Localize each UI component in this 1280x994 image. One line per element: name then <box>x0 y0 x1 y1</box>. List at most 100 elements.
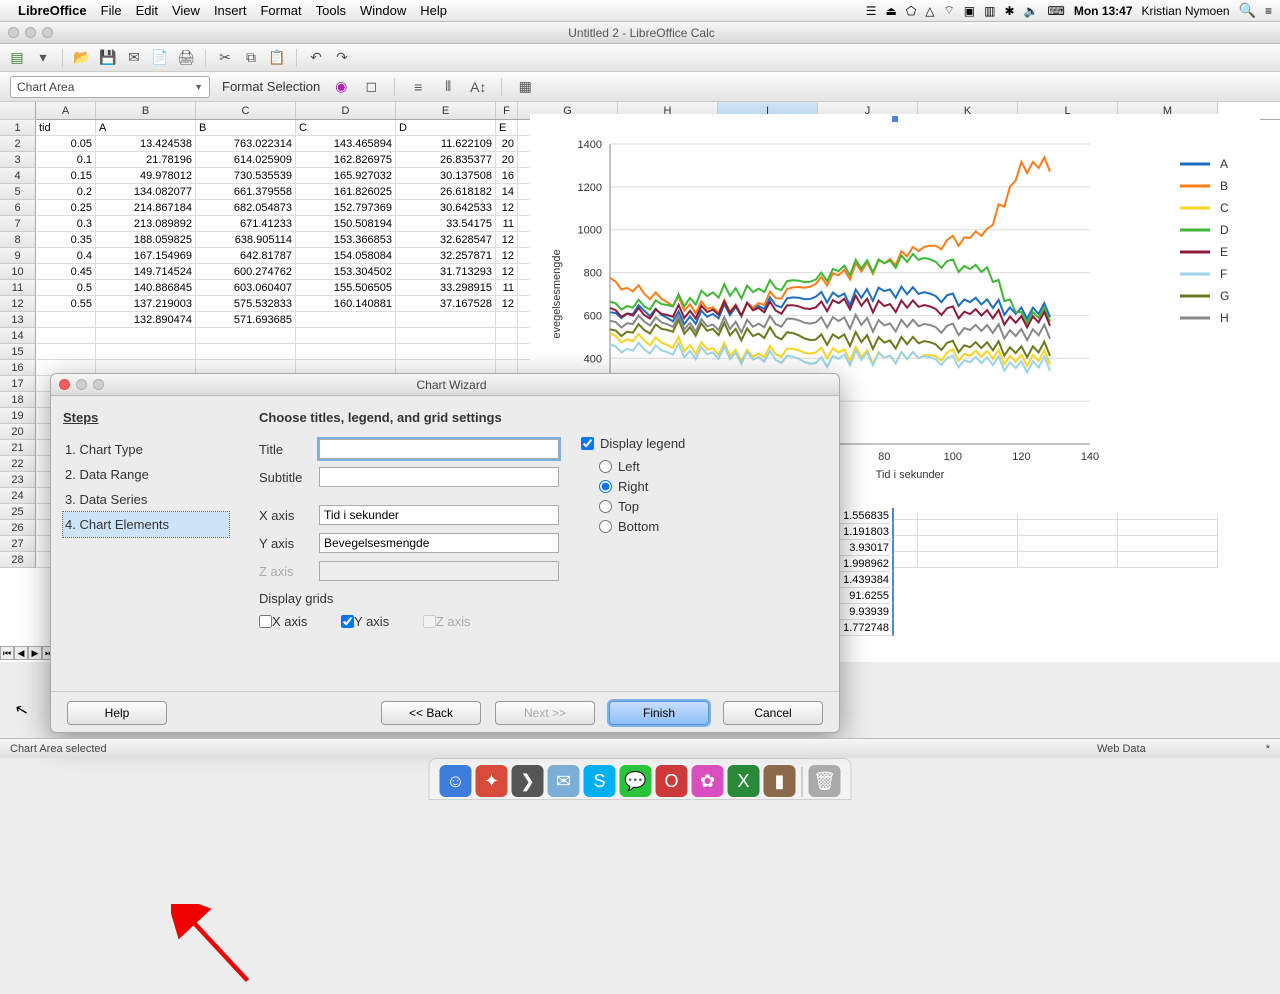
close-icon[interactable] <box>59 379 70 390</box>
yaxis-input[interactable] <box>319 533 559 553</box>
cell[interactable]: 571.693685 <box>196 312 296 328</box>
spotlight-icon[interactable]: 🔍 <box>1239 2 1256 19</box>
cell[interactable]: 26.618182 <box>396 184 496 200</box>
cell[interactable]: E <box>496 120 518 136</box>
cell[interactable]: 134.082077 <box>96 184 196 200</box>
menu-insert[interactable]: Insert <box>214 3 247 18</box>
display-icon[interactable]: ▣ <box>964 4 975 18</box>
cell[interactable]: 214.867184 <box>96 200 196 216</box>
step-data-series[interactable]: 3. Data Series <box>63 487 229 512</box>
legend-icon[interactable]: A↕ <box>469 78 487 96</box>
cut-icon[interactable]: ✂ <box>216 49 234 67</box>
trash-icon[interactable]: 🗑 <box>809 765 841 797</box>
undo-icon[interactable]: ↶ <box>307 49 325 67</box>
cell[interactable]: 642.81787 <box>196 248 296 264</box>
back-button[interactable]: << Back <box>381 701 481 725</box>
bluetooth-icon[interactable]: ✱ <box>1004 4 1014 18</box>
volume-icon[interactable]: 🔈 <box>1024 4 1039 18</box>
menu-list-icon[interactable]: ≡ <box>1265 4 1272 18</box>
cell[interactable] <box>196 328 296 344</box>
cell[interactable]: 26.835377 <box>396 152 496 168</box>
cell[interactable]: 14 <box>496 184 518 200</box>
cell[interactable] <box>918 552 1018 568</box>
mail-icon[interactable]: ✉ <box>125 49 143 67</box>
battery-icon[interactable]: ▥ <box>984 4 995 18</box>
cell[interactable]: 167.154969 <box>96 248 196 264</box>
display-legend-checkbox[interactable] <box>581 437 594 450</box>
cell[interactable]: 12 <box>496 232 518 248</box>
menu-help[interactable]: Help <box>420 3 447 18</box>
cell[interactable]: 21.78196 <box>96 152 196 168</box>
cell[interactable]: 152.797369 <box>296 200 396 216</box>
chart-element-selector[interactable]: Chart Area ▼ <box>10 76 210 98</box>
3d-icon[interactable]: ◻ <box>362 78 380 96</box>
keyboard-icon[interactable]: ⌨ <box>1048 4 1065 18</box>
cell[interactable] <box>496 344 518 360</box>
cell[interactable]: 0.2 <box>36 184 96 200</box>
cell[interactable] <box>918 520 1018 536</box>
col-header[interactable]: A <box>36 102 96 119</box>
prev-sheet-icon[interactable]: ◀ <box>14 646 28 660</box>
cell[interactable]: 32.628547 <box>396 232 496 248</box>
cell[interactable]: 0.15 <box>36 168 96 184</box>
messages-icon[interactable]: 💬 <box>620 765 652 797</box>
cell[interactable] <box>396 328 496 344</box>
wifi-icon[interactable]: ⌔ <box>944 3 955 18</box>
cell[interactable] <box>96 328 196 344</box>
cell[interactable]: 33.298915 <box>396 280 496 296</box>
menu-edit[interactable]: Edit <box>136 3 158 18</box>
cell[interactable]: 12 <box>496 296 518 312</box>
legend-top-radio[interactable] <box>599 500 612 513</box>
cell[interactable]: 132.890474 <box>96 312 196 328</box>
mail-icon[interactable]: ✉ <box>548 765 580 797</box>
cell[interactable]: 603.060407 <box>196 280 296 296</box>
cell[interactable]: tid <box>36 120 96 136</box>
pdf-icon[interactable]: 📄 <box>151 49 169 67</box>
cell[interactable]: 20 <box>496 152 518 168</box>
cell[interactable]: 671.41233 <box>196 216 296 232</box>
copy-icon[interactable]: ⧉ <box>242 49 260 67</box>
cell[interactable] <box>1118 536 1218 552</box>
cell[interactable]: 31.713293 <box>396 264 496 280</box>
cell[interactable] <box>496 312 518 328</box>
cell[interactable]: 600.274762 <box>196 264 296 280</box>
legend-left-radio[interactable] <box>599 460 612 473</box>
cell[interactable]: 12 <box>496 248 518 264</box>
cell[interactable] <box>396 344 496 360</box>
user-name[interactable]: Kristian Nymoen <box>1142 4 1230 18</box>
cell[interactable] <box>1018 520 1118 536</box>
title-input[interactable] <box>319 439 559 459</box>
cell[interactable] <box>1118 520 1218 536</box>
grid-x-checkbox[interactable] <box>259 615 272 628</box>
cell[interactable]: 20 <box>496 136 518 152</box>
cell[interactable]: 154.058084 <box>296 248 396 264</box>
cell[interactable]: A <box>96 120 196 136</box>
cell[interactable]: 165.927032 <box>296 168 396 184</box>
col-header[interactable]: D <box>296 102 396 119</box>
sheet-nav[interactable]: ⏮ ◀ ▶ ⏭ <box>0 646 56 662</box>
grid-h-icon[interactable]: ≡ <box>409 78 427 96</box>
new-doc-icon[interactable]: ▤ <box>8 49 26 67</box>
skype-icon[interactable]: S <box>584 765 616 797</box>
grid-v-icon[interactable]: ⦀ <box>439 78 457 96</box>
cell[interactable]: 37.167528 <box>396 296 496 312</box>
paste-icon[interactable]: 📋 <box>268 49 286 67</box>
xaxis-input[interactable] <box>319 505 559 525</box>
cell[interactable]: 730.535539 <box>196 168 296 184</box>
cell[interactable] <box>918 536 1018 552</box>
opera-icon[interactable]: O <box>656 765 688 797</box>
next-sheet-icon[interactable]: ▶ <box>28 646 42 660</box>
cell[interactable] <box>296 344 396 360</box>
menu-view[interactable]: View <box>172 3 200 18</box>
cell[interactable] <box>496 328 518 344</box>
cancel-button[interactable]: Cancel <box>723 701 823 725</box>
help-button[interactable]: Help <box>67 701 167 725</box>
redo-icon[interactable]: ↷ <box>333 49 351 67</box>
app-name[interactable]: LibreOffice <box>18 3 87 18</box>
cell[interactable]: D <box>396 120 496 136</box>
cell[interactable]: 11.622109 <box>396 136 496 152</box>
folder-icon[interactable]: ▮ <box>764 765 796 797</box>
cell[interactable]: 162.826975 <box>296 152 396 168</box>
subtitle-input[interactable] <box>319 467 559 487</box>
format-selection-button[interactable]: Format Selection <box>222 79 320 94</box>
